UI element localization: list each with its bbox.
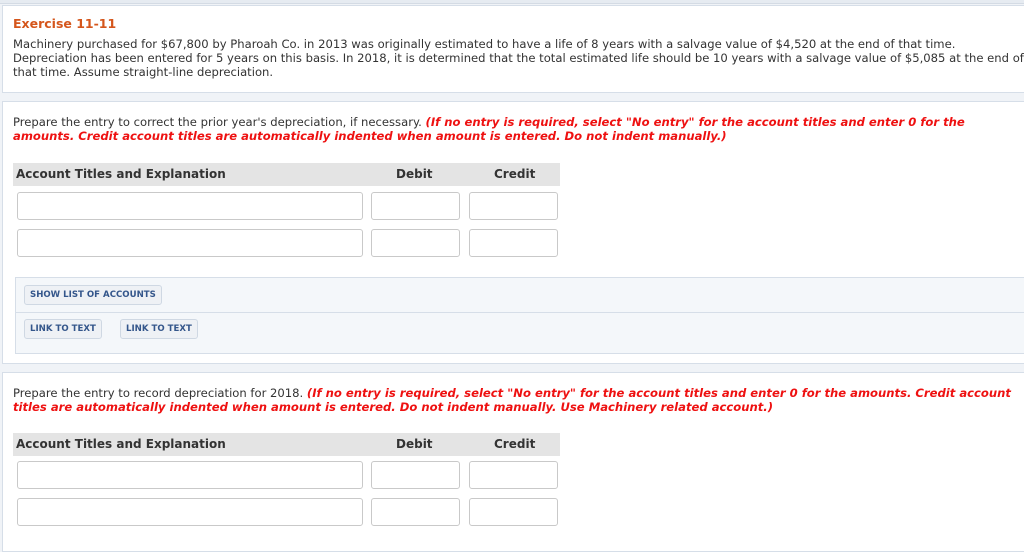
account-title-input[interactable] bbox=[17, 229, 363, 257]
top-strip bbox=[0, 0, 1024, 4]
link-to-text-button[interactable]: LINK TO TEXT bbox=[120, 319, 198, 339]
account-title-input[interactable] bbox=[17, 461, 363, 489]
column-header-credit: Credit bbox=[494, 437, 536, 451]
part2-journal-header: Account Titles and Explanation Debit Cre… bbox=[13, 433, 560, 456]
account-title-input[interactable] bbox=[17, 192, 363, 220]
column-header-account: Account Titles and Explanation bbox=[16, 167, 226, 181]
exercise-description: Machinery purchased for $67,800 by Pharo… bbox=[13, 37, 1024, 79]
exercise-panel: Exercise 11-11 Machinery purchased for $… bbox=[2, 5, 1024, 93]
part1-prompt-text: Prepare the entry to correct the prior y… bbox=[13, 115, 422, 129]
column-header-debit: Debit bbox=[396, 167, 433, 181]
account-title-input[interactable] bbox=[17, 498, 363, 526]
part2-panel: Prepare the entry to record depreciation… bbox=[2, 372, 1024, 552]
debit-input[interactable] bbox=[371, 461, 460, 489]
part1-panel: Prepare the entry to correct the prior y… bbox=[2, 101, 1024, 364]
column-header-credit: Credit bbox=[494, 167, 536, 181]
toolbox-divider bbox=[16, 312, 1024, 313]
credit-input[interactable] bbox=[469, 498, 558, 526]
part2-prompt-text: Prepare the entry to record depreciation… bbox=[13, 386, 304, 400]
show-list-of-accounts-button[interactable]: SHOW LIST OF ACCOUNTS bbox=[24, 285, 162, 305]
part2-journal-row bbox=[3, 498, 563, 526]
part2-journal-row bbox=[3, 461, 563, 489]
part1-toolbox: SHOW LIST OF ACCOUNTS LINK TO TEXT LINK … bbox=[15, 277, 1024, 354]
part1-prompt: Prepare the entry to correct the prior y… bbox=[13, 115, 1023, 143]
link-to-text-button[interactable]: LINK TO TEXT bbox=[24, 319, 102, 339]
part1-journal-row bbox=[3, 229, 563, 257]
exercise-title: Exercise 11-11 bbox=[13, 16, 117, 31]
debit-input[interactable] bbox=[371, 229, 460, 257]
debit-input[interactable] bbox=[371, 498, 460, 526]
column-header-account: Account Titles and Explanation bbox=[16, 437, 226, 451]
credit-input[interactable] bbox=[469, 192, 558, 220]
part1-journal-row bbox=[3, 192, 563, 220]
credit-input[interactable] bbox=[469, 229, 558, 257]
part1-journal-header: Account Titles and Explanation Debit Cre… bbox=[13, 163, 560, 186]
part2-prompt: Prepare the entry to record depreciation… bbox=[13, 386, 1023, 414]
debit-input[interactable] bbox=[371, 192, 460, 220]
column-header-debit: Debit bbox=[396, 437, 433, 451]
credit-input[interactable] bbox=[469, 461, 558, 489]
